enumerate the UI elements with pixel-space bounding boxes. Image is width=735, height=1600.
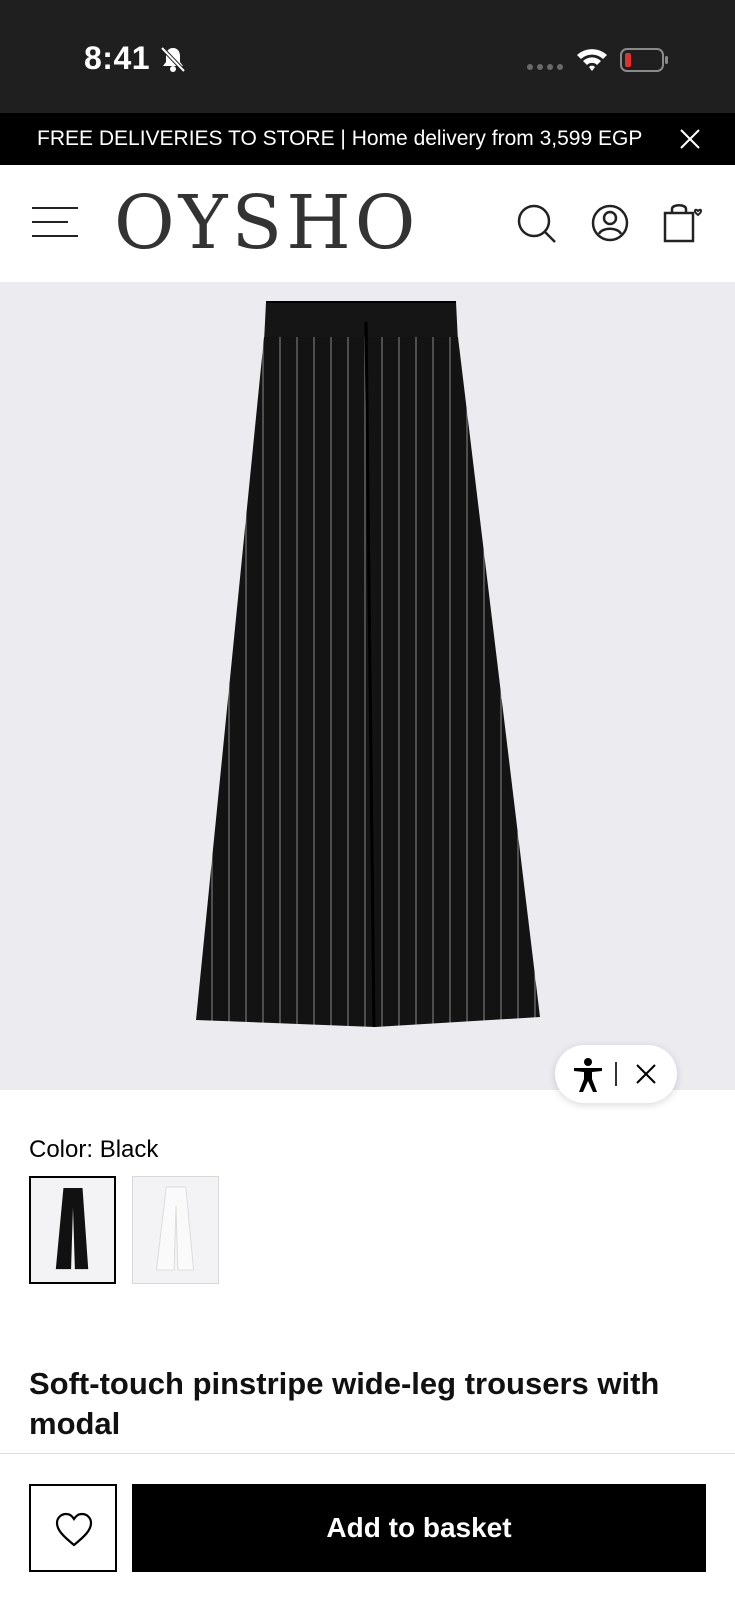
bottom-action-bar: Add to basket xyxy=(0,1453,735,1600)
color-label: Color: Black xyxy=(29,1136,159,1163)
close-icon[interactable] xyxy=(678,127,702,151)
white-trousers-thumbnail xyxy=(155,1186,195,1271)
accessibility-icon[interactable] xyxy=(571,1057,605,1093)
color-swatch-black[interactable] xyxy=(29,1176,116,1284)
accessibility-widget xyxy=(555,1045,677,1103)
wishlist-button[interactable] xyxy=(29,1484,117,1572)
promo-banner: FREE DELIVERIES TO STORE | Home delivery… xyxy=(0,113,735,165)
promo-text: FREE DELIVERIES TO STORE | Home delivery… xyxy=(37,127,643,150)
wifi-icon xyxy=(577,49,607,71)
account-icon[interactable] xyxy=(590,203,630,243)
heart-icon xyxy=(55,1512,93,1547)
status-time: 8:41 xyxy=(84,40,151,76)
status-bar: 8:41 xyxy=(0,0,735,113)
shopping-bag-icon[interactable] xyxy=(660,201,706,243)
color-swatch-white[interactable] xyxy=(132,1176,219,1284)
divider xyxy=(615,1062,617,1086)
search-icon[interactable] xyxy=(516,203,558,245)
hamburger-menu-icon[interactable] xyxy=(32,205,80,239)
brand-logo[interactable]: OYSHO xyxy=(114,183,419,263)
add-to-basket-button[interactable]: Add to basket xyxy=(132,1484,706,1572)
product-image[interactable] xyxy=(0,282,735,1090)
pinstripe-trousers-image xyxy=(196,301,540,1028)
color-value: Black xyxy=(99,1136,159,1163)
product-title: Soft-touch pinstripe wide-leg trousers w… xyxy=(29,1366,660,1441)
black-trousers-thumbnail xyxy=(55,1188,89,1270)
site-header: OYSHO xyxy=(0,165,735,282)
bell-muted-icon xyxy=(160,46,186,73)
battery-low-icon xyxy=(620,48,668,72)
signal-icon xyxy=(527,64,563,70)
close-icon[interactable] xyxy=(635,1063,657,1085)
